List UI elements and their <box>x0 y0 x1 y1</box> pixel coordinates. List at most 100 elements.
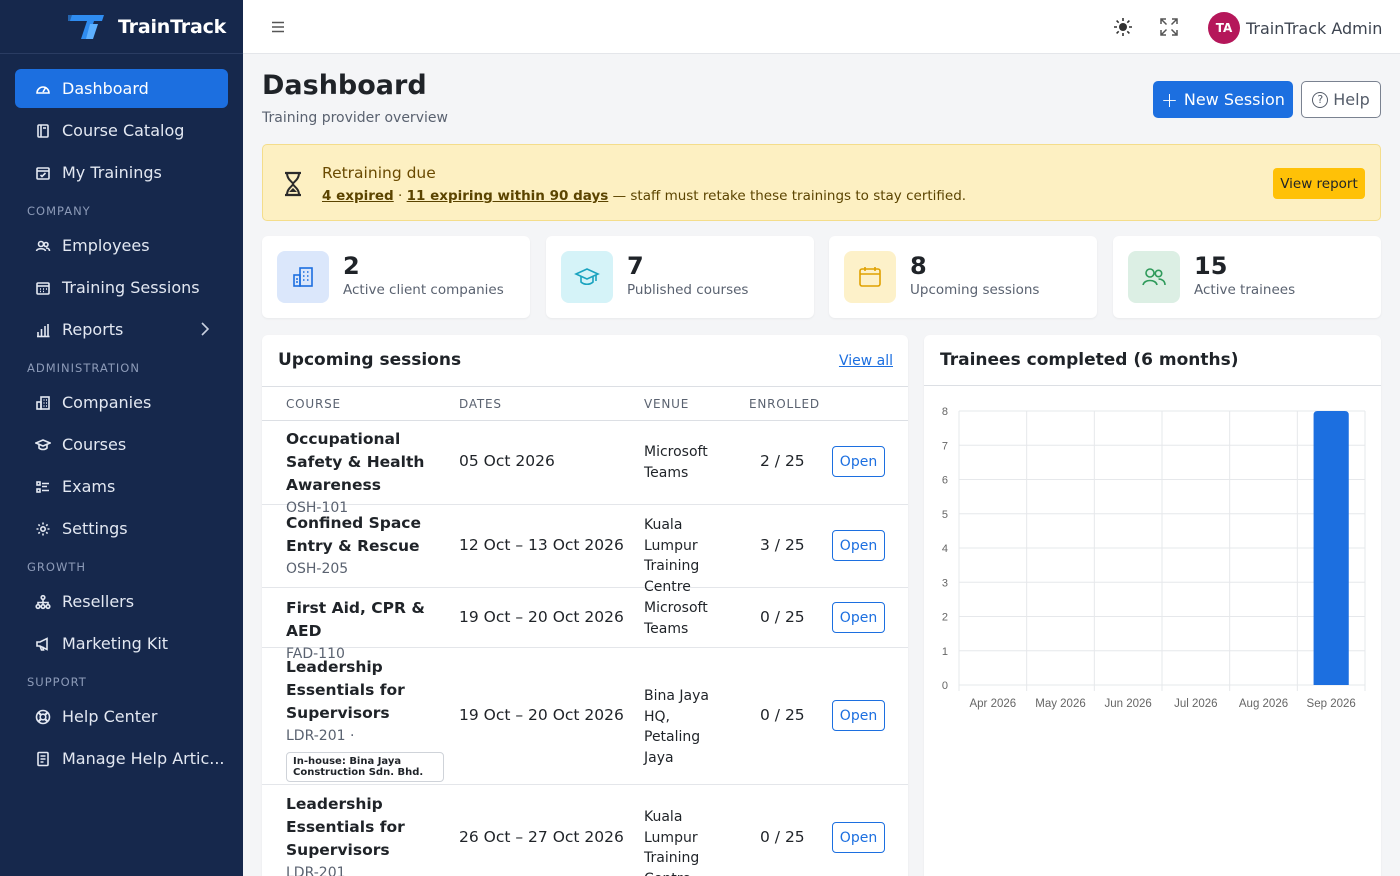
course-cell: Confined Space Entry & Rescue OSH-205 <box>286 512 446 581</box>
dates-cell: 05 Oct 2026 <box>459 452 555 470</box>
course-name: First Aid, CPR & AED <box>286 599 425 640</box>
course-cell: Leadership Essentials for Supervisors LD… <box>286 656 446 782</box>
y-tick-label: 2 <box>942 612 948 624</box>
stat-card-trainees: 15 Active trainees <box>1113 236 1381 318</box>
x-tick-label: Apr 2026 <box>969 698 1016 710</box>
topbar: TA TrainTrack Admin <box>243 0 1400 54</box>
users-icon <box>34 237 52 255</box>
user-menu[interactable]: TA TrainTrack Admin <box>1208 12 1382 44</box>
sidebar-item-marketing-kit[interactable]: Marketing Kit <box>15 624 228 663</box>
card-title: Upcoming sessions <box>278 350 462 370</box>
enrolled-cell: 2 / 25 <box>760 452 805 470</box>
sidebar-item-course-catalog[interactable]: Course Catalog <box>15 111 228 150</box>
sidebar-item-employees[interactable]: Employees <box>15 226 228 265</box>
sidebar-item-settings[interactable]: Settings <box>15 509 228 548</box>
column-header: DATES <box>459 397 502 411</box>
table-row: First Aid, CPR & AED FAD-110 19 Oct – 20… <box>262 588 908 662</box>
view-all-link[interactable]: View all <box>839 353 893 369</box>
table-row: Confined Space Entry & Rescue OSH-205 12… <box>262 505 908 595</box>
column-header: ENROLLED <box>749 397 820 411</box>
alert-title: Retraining due <box>322 164 436 182</box>
megaphone-icon <box>34 635 52 653</box>
venue-cell: Bina Jaya HQ, Petaling Jaya <box>644 688 709 766</box>
sidebar-item-help-center[interactable]: Help Center <box>15 697 228 736</box>
column-header: COURSE <box>286 397 341 411</box>
course-name: Leadership Essentials for Supervisors <box>286 658 405 722</box>
page-subtitle: Training provider overview <box>262 110 448 126</box>
sidebar-item-my-trainings[interactable]: My Trainings <box>15 153 228 192</box>
page-title: Dashboard <box>262 70 427 101</box>
sidebar-item-label: Resellers <box>62 592 135 611</box>
sidebar: TrainTrack Dashboard Course Catalog My T… <box>0 0 243 876</box>
dates-cell: 12 Oct – 13 Oct 2026 <box>459 536 624 554</box>
sidebar-item-companies[interactable]: Companies <box>15 383 228 422</box>
section-title: SUPPORT <box>27 675 87 689</box>
sidebar-item-exams[interactable]: Exams <box>15 467 228 506</box>
alert-separator: · <box>393 188 407 204</box>
open-button[interactable]: Open <box>832 602 885 633</box>
y-tick-label: 0 <box>942 680 948 692</box>
sidebar-item-courses[interactable]: Courses <box>15 425 228 464</box>
x-tick-label: Sep 2026 <box>1307 698 1356 710</box>
sidebar-item-reports[interactable]: Reports <box>15 310 228 349</box>
chevron-right-icon <box>201 322 210 336</box>
open-button[interactable]: Open <box>832 530 885 561</box>
user-name: TrainTrack Admin <box>1246 18 1383 38</box>
stat-label: Published courses <box>627 282 749 298</box>
enrolled-cell: 3 / 25 <box>760 536 805 554</box>
new-session-label: New Session <box>1183 90 1285 109</box>
calendar-check-icon <box>34 164 52 182</box>
column-header: VENUE <box>644 397 690 411</box>
section-title: GROWTH <box>27 560 86 574</box>
hamburger-menu-icon[interactable] <box>270 18 286 36</box>
trainees-completed-card: Trainees completed (6 months) 0 1 2 3 4 5 6 7 8 A… <box>924 335 1381 876</box>
section-title: ADMINISTRATION <box>27 361 140 375</box>
dates-cell: 19 Oct – 20 Oct 2026 <box>459 608 624 626</box>
course-code: OSH-205 <box>286 561 349 577</box>
x-tick-label: Jun 2026 <box>1105 698 1152 710</box>
users-icon <box>1128 251 1180 303</box>
stat-value: 7 <box>627 252 644 280</box>
book-icon <box>34 122 52 140</box>
y-tick-label: 8 <box>942 406 948 418</box>
new-session-button[interactable]: + New Session <box>1153 81 1293 118</box>
hierarchy-icon <box>34 593 52 611</box>
enrolled-cell: 0 / 25 <box>760 828 805 846</box>
stat-label: Upcoming sessions <box>910 282 1040 298</box>
stat-value: 15 <box>1194 252 1228 280</box>
open-button[interactable]: Open <box>832 822 885 853</box>
stat-label: Active trainees <box>1194 282 1296 298</box>
sun-icon[interactable] <box>1112 16 1134 38</box>
graduation-cap-icon <box>561 251 613 303</box>
x-tick-label: Jul 2026 <box>1174 698 1217 710</box>
venue-cell: Microsoft Teams <box>644 444 708 481</box>
venue-cell: Microsoft Teams <box>644 600 708 637</box>
course-name: Occupational Safety & Health Awareness <box>286 430 425 494</box>
fullscreen-icon[interactable] <box>1159 17 1179 37</box>
dates-cell: 26 Oct – 27 Oct 2026 <box>459 828 624 846</box>
sidebar-item-label: Training Sessions <box>62 278 200 297</box>
sidebar-item-label: Exams <box>62 477 116 496</box>
graduation-cap-icon <box>34 436 52 454</box>
help-button[interactable]: ? Help <box>1301 81 1381 118</box>
hourglass-icon <box>285 171 301 197</box>
sidebar-item-label: Course Catalog <box>62 121 185 140</box>
open-button[interactable]: Open <box>832 446 885 477</box>
table-row: Leadership Essentials for Supervisors LD… <box>262 648 908 785</box>
view-report-button[interactable]: View report <box>1273 168 1365 199</box>
chart-title: Trainees completed (6 months) <box>940 350 1239 370</box>
expired-link[interactable]: 4 expired <box>322 188 394 204</box>
brand[interactable]: TrainTrack <box>0 0 243 54</box>
venue-cell: Kuala Lumpur Training Centre <box>644 809 700 876</box>
sidebar-item-dashboard[interactable]: Dashboard <box>15 69 228 108</box>
sidebar-item-training-sessions[interactable]: Training Sessions <box>15 268 228 307</box>
sidebar-nav: Dashboard Course Catalog My Trainings CO… <box>0 54 243 778</box>
y-tick-label: 3 <box>942 577 948 589</box>
stat-value: 8 <box>910 252 927 280</box>
open-button[interactable]: Open <box>832 700 885 731</box>
expiring-link[interactable]: 11 expiring within 90 days <box>407 188 609 204</box>
inhouse-badge: In-house: Bina Jaya Construction Sdn. Bh… <box>286 752 444 782</box>
sidebar-item-resellers[interactable]: Resellers <box>15 582 228 621</box>
sidebar-item-manage-help-articles[interactable]: Manage Help Artic... <box>15 739 228 778</box>
enrolled-cell: 0 / 25 <box>760 706 805 724</box>
